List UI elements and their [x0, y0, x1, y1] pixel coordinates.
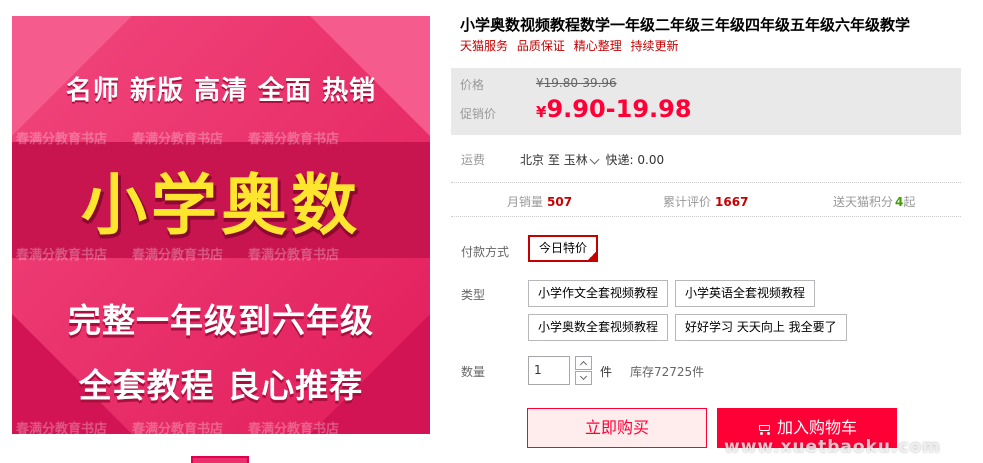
image-watermark: 春满分教育书店 — [248, 422, 340, 434]
image-watermark: 春满分教育书店 — [16, 422, 108, 434]
points-suffix: 起 — [903, 195, 916, 209]
quantity-input[interactable]: 1 — [528, 356, 570, 385]
payment-label: 付款方式 — [461, 245, 510, 259]
image-tagline: 名师 新版 高清 全面 热销 — [65, 76, 377, 106]
currency-symbol: ¥ — [536, 103, 547, 121]
quantity-unit: 件 — [600, 365, 613, 379]
payment-option-selected[interactable]: 今日特价 — [528, 235, 599, 262]
quantity-decrease-button[interactable] — [575, 371, 592, 385]
service-tag[interactable]: 精心整理 — [574, 39, 622, 53]
monthly-sales-value: 507 — [547, 195, 573, 209]
image-watermark: 春满分教育书店 — [132, 248, 224, 263]
image-line-1: 完整一年级到六年级 — [68, 301, 374, 340]
service-tag[interactable]: 品质保证 — [517, 39, 565, 53]
promo-price-value: 9.90-19.98 — [546, 95, 692, 123]
image-watermark: 春满分教育书店 — [132, 422, 224, 434]
image-watermark: 春满分教育书店 — [16, 248, 108, 263]
cart-icon — [757, 423, 771, 435]
reviews-label: 累计评价 — [663, 195, 712, 209]
promo-price-label: 促销价 — [460, 107, 497, 121]
monthly-sales: 月销量 507 — [507, 193, 572, 210]
promo-price: ¥9.90-19.98 — [536, 95, 692, 123]
chevron-down-icon — [589, 154, 600, 165]
promo-price-row: 促销价 ¥9.90-19.98 — [460, 95, 692, 123]
reviews-value: 1667 — [715, 195, 749, 209]
ship-to-word: 至 — [547, 153, 560, 167]
price-box: 价格 ¥19.80-39.96 促销价 ¥9.90-19.98 — [451, 68, 961, 135]
type-label: 类型 — [461, 288, 486, 302]
image-watermark: 春满分教育书店 — [16, 132, 108, 147]
type-option[interactable]: 小学作文全套视频教程 — [528, 280, 669, 307]
quantity-label: 数量 — [461, 365, 486, 379]
shipping-info: 北京 至 玉林 快递: 0.00 — [520, 151, 664, 168]
monthly-sales-label: 月销量 — [507, 195, 544, 209]
ship-from: 北京 — [520, 153, 545, 167]
type-option[interactable]: 好好学习 天天向上 我全要了 — [675, 314, 847, 341]
service-tag[interactable]: 持续更新 — [631, 39, 679, 53]
original-price: ¥19.80-39.96 — [536, 76, 617, 90]
reviews[interactable]: 累计评价 1667 — [663, 193, 748, 210]
selected-check-icon — [586, 250, 599, 262]
chevron-down-icon — [579, 372, 588, 381]
site-watermark: www.xuetbaoku.com — [724, 437, 941, 457]
service-tags: 天猫服务 品质保证 精心整理 持续更新 — [460, 37, 684, 54]
image-big-title: 小学奥数 — [81, 167, 361, 244]
original-price-label: 价格 — [460, 78, 485, 92]
image-thumbnail[interactable] — [191, 456, 249, 463]
image-watermark: 春满分教育书店 — [248, 132, 340, 147]
type-option[interactable]: 小学英语全套视频教程 — [675, 280, 816, 307]
product-main-image[interactable]: 名师 新版 高清 全面 热销 小学奥数 完整一年级到六年级 全套教程 良心推荐 … — [12, 16, 430, 434]
sales-stats: 月销量 507 累计评价 1667 送天猫积分 4起 — [451, 182, 961, 217]
tmall-points: 送天猫积分 4起 — [833, 193, 915, 210]
original-price-row: 价格 ¥19.80-39.96 — [460, 76, 617, 93]
points-label: 送天猫积分 — [833, 195, 894, 209]
ship-to: 玉林 — [563, 153, 588, 167]
ship-method: 快递: 0.00 — [605, 153, 665, 167]
shipping-label: 运费 — [461, 153, 486, 167]
quantity-increase-button[interactable] — [575, 356, 592, 370]
add-to-cart-label: 加入购物车 — [776, 418, 857, 437]
stock-count: 库存72725件 — [630, 365, 705, 379]
image-watermark: 春满分教育书店 — [248, 248, 340, 263]
chevron-up-icon — [579, 360, 588, 369]
payment-option-label: 今日特价 — [539, 241, 588, 255]
type-option[interactable]: 小学奥数全套视频教程 — [528, 314, 669, 341]
service-tag[interactable]: 天猫服务 — [460, 39, 508, 53]
buy-now-button[interactable]: 立即购买 — [527, 408, 707, 448]
product-title: 小学奥数视频教程数学一年级二年级三年级四年级五年级六年级教学 — [460, 16, 911, 34]
image-line-2: 全套教程 良心推荐 — [78, 366, 364, 405]
image-watermark: 春满分教育书店 — [132, 132, 224, 147]
ship-to-selector[interactable]: 玉林 — [564, 153, 602, 167]
